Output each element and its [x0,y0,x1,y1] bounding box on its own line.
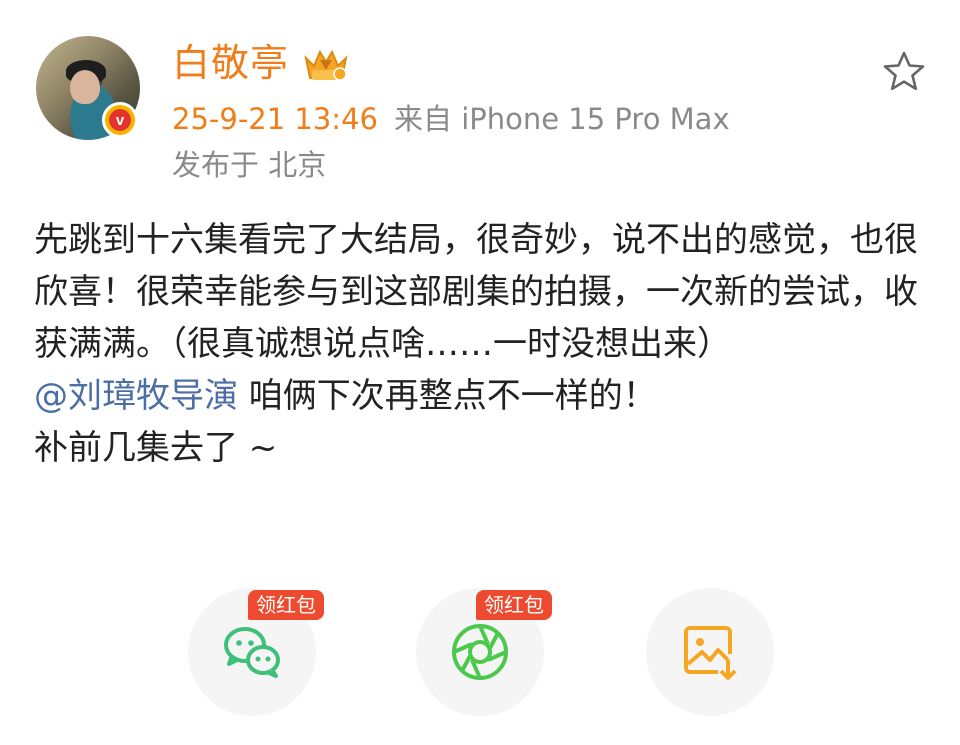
save-image-icon [684,626,737,680]
post-source: 来自 iPhone 15 Pro Max [393,102,730,136]
post-text-mention-line: @刘璋牧导演 咱俩下次再整点不一样的！ [34,370,934,422]
mention-line-text: 咱俩下次再整点不一样的！ [238,376,657,416]
red-packet-badge[interactable]: 领红包 [248,590,324,620]
post-time: 25-9-21 13:46 [172,102,378,136]
author-name[interactable]: 白敬亭 [172,40,289,86]
post-meta: 25-9-21 13:46 来自 iPhone 15 Pro Max [172,100,730,138]
v-verified-icon: v [102,102,138,138]
moments-icon [452,624,508,680]
wechat-icon [224,627,280,678]
post-content: 先跳到十六集看完了大结局，很奇妙，说不出的感觉，也很欣喜！很荣幸能参与到这部剧集… [34,214,934,474]
post-text-paragraph: 先跳到十六集看完了大结局，很奇妙，说不出的感觉，也很欣喜！很荣幸能参与到这部剧集… [34,220,918,364]
post-location: 发布于 北京 [172,148,327,182]
mention-link[interactable]: @刘璋牧导演 [34,376,238,416]
avatar-face [70,70,100,104]
save-image-button[interactable] [646,588,774,716]
star-outline-icon[interactable] [882,50,926,92]
post-text-last-line: 补前几集去了 ~ [34,428,278,468]
red-packet-badge[interactable]: 领红包 [476,590,552,620]
crown-member-icon[interactable] [302,44,350,84]
